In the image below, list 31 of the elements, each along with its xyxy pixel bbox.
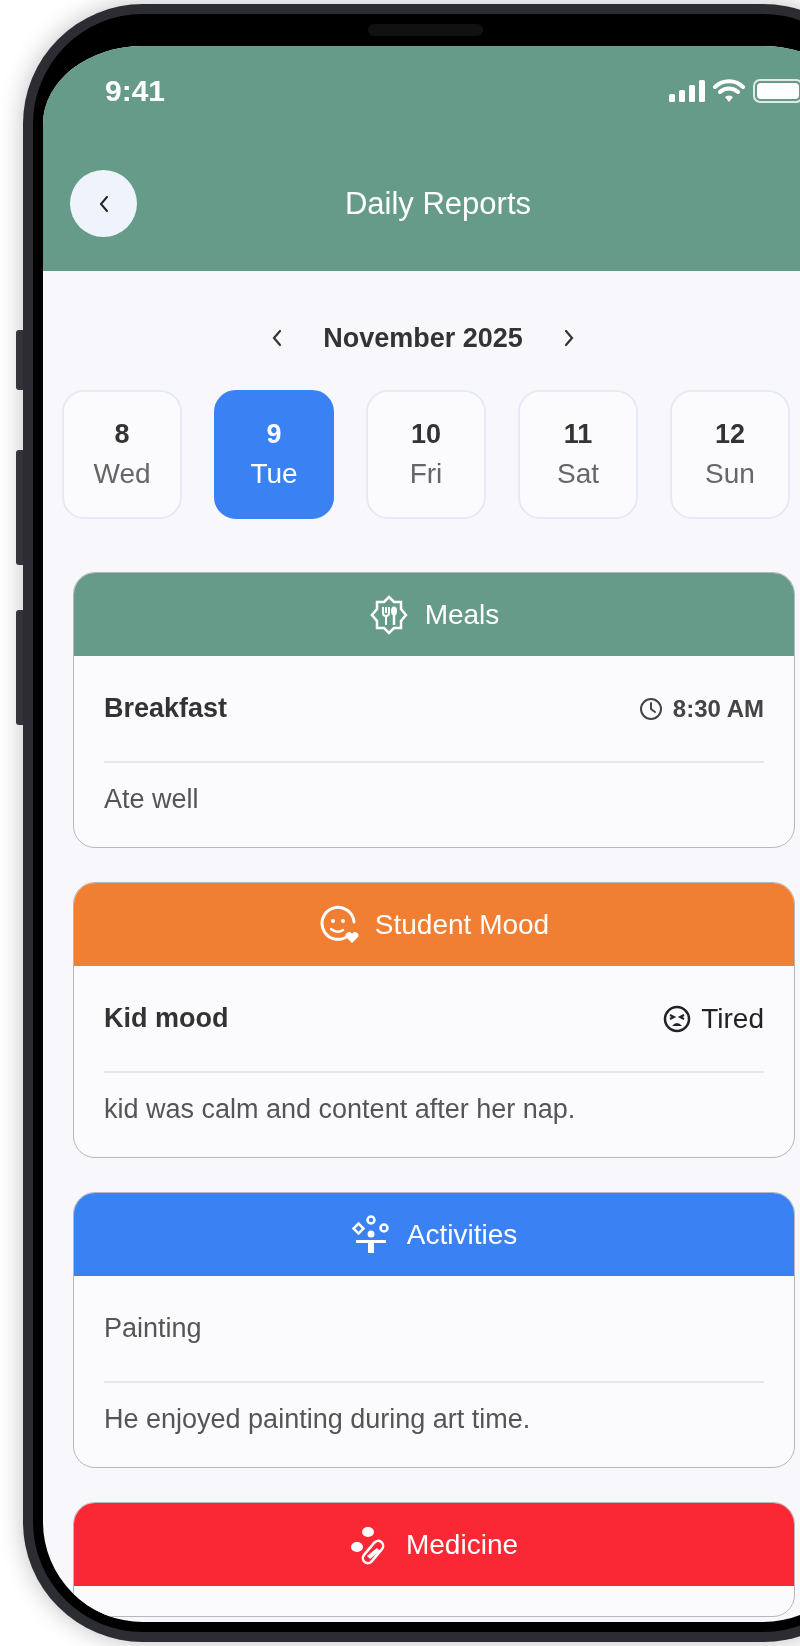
page-title: Daily Reports [344, 185, 532, 222]
entry-note: He enjoyed painting during art time. [104, 1403, 532, 1436]
battery-icon [753, 79, 800, 103]
clock-icon [638, 696, 663, 721]
day-chip[interactable]: 8 Wed [62, 390, 182, 519]
smiley-heart-icon [318, 904, 359, 945]
activity-icon [350, 1214, 391, 1255]
entry-note: kid was calm and content after her nap. [104, 1093, 577, 1126]
card-title: Student Mood [374, 908, 550, 941]
day-chip[interactable]: 12 Sun [670, 390, 790, 519]
day-chip[interactable]: 11 Sat [518, 390, 638, 519]
card-title: Medicine [405, 1528, 519, 1561]
entry-meta: Tired [701, 1002, 764, 1035]
day-chip[interactable]: 9 Tue [214, 390, 334, 519]
card-title: Meals [424, 598, 500, 631]
day-chip[interactable]: 10 Fri [366, 390, 486, 519]
chevron-left-icon [97, 194, 110, 213]
signal-icon [669, 80, 705, 102]
entry-label: Kid mood [104, 1003, 229, 1034]
card-title: Activities [406, 1218, 518, 1251]
entry-label: Painting [104, 1313, 202, 1344]
next-month-icon[interactable] [562, 329, 575, 347]
fork-spoon-badge-icon [368, 594, 409, 635]
month-label: November 2025 [323, 322, 523, 354]
entry-note: Ate well [104, 783, 200, 816]
previous-month-icon[interactable] [271, 329, 284, 347]
entry-label: Breakfast [104, 693, 228, 724]
wifi-icon [713, 79, 745, 103]
status-time: 9:41 [105, 74, 166, 108]
entry-meta: 8:30 AM [672, 694, 764, 723]
tired-face-icon [663, 1004, 692, 1033]
